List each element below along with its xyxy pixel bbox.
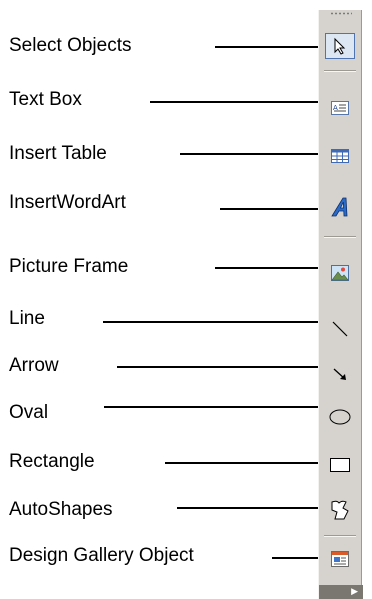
select-objects-button[interactable] <box>325 33 355 59</box>
leader-line-text-box <box>150 101 320 103</box>
line-button[interactable] <box>325 316 355 342</box>
leader-line-rectangle <box>165 462 320 464</box>
label-design-gallery-object: Design Gallery Object <box>9 545 194 566</box>
leader-line-picture-frame <box>215 267 320 269</box>
toolbar-separator <box>324 535 356 537</box>
label-rectangle: Rectangle <box>9 451 95 472</box>
label-text-box: Text Box <box>9 89 82 110</box>
insert-table-button[interactable] <box>325 143 355 169</box>
leader-line-insert-wordart <box>220 208 320 210</box>
leader-line-oval <box>104 406 320 408</box>
leader-line-arrow <box>117 366 320 368</box>
select-pointer-icon <box>331 37 349 55</box>
autoshapes-icon <box>329 499 351 521</box>
label-select-objects: Select Objects <box>9 35 132 56</box>
label-picture-frame: Picture Frame <box>9 256 129 277</box>
toolbar-grip[interactable] <box>330 12 352 15</box>
rectangle-button[interactable] <box>325 452 355 478</box>
leader-line-line <box>103 321 320 323</box>
wordart-icon <box>330 196 350 218</box>
leader-line-select-objects <box>215 46 320 48</box>
line-icon <box>330 319 350 339</box>
arrow-icon <box>330 364 350 384</box>
label-insert-table: Insert Table <box>9 143 107 164</box>
objects-toolbar: A ▶ <box>318 10 363 599</box>
rectangle-icon <box>328 455 352 475</box>
leader-line-design-gallery <box>272 557 320 559</box>
picture-frame-button[interactable] <box>325 260 355 286</box>
picture-frame-icon <box>330 264 350 282</box>
design-gallery-icon <box>330 549 350 569</box>
label-autoshapes: AutoShapes <box>9 499 113 520</box>
label-arrow: Arrow <box>9 355 59 376</box>
toolbar-options-arrow-icon[interactable]: ▶ <box>351 587 358 597</box>
autoshapes-button[interactable] <box>325 497 355 523</box>
label-insert-wordart: InsertWordArt <box>9 192 126 213</box>
oval-icon <box>328 407 352 427</box>
arrow-button[interactable] <box>325 361 355 387</box>
text-box-button[interactable]: A <box>325 95 355 121</box>
oval-button[interactable] <box>325 404 355 430</box>
toolbar-bottom-handle[interactable]: ▶ <box>319 585 363 599</box>
leader-line-autoshapes <box>177 507 320 509</box>
toolbar-separator <box>324 70 356 72</box>
label-oval: Oval <box>9 402 49 423</box>
insert-table-icon <box>330 147 350 165</box>
insert-wordart-button[interactable] <box>325 194 355 220</box>
text-box-icon: A <box>330 99 350 117</box>
toolbar-separator <box>324 236 356 238</box>
design-gallery-object-button[interactable] <box>325 546 355 572</box>
label-line: Line <box>9 308 45 329</box>
leader-line-insert-table <box>180 153 320 155</box>
